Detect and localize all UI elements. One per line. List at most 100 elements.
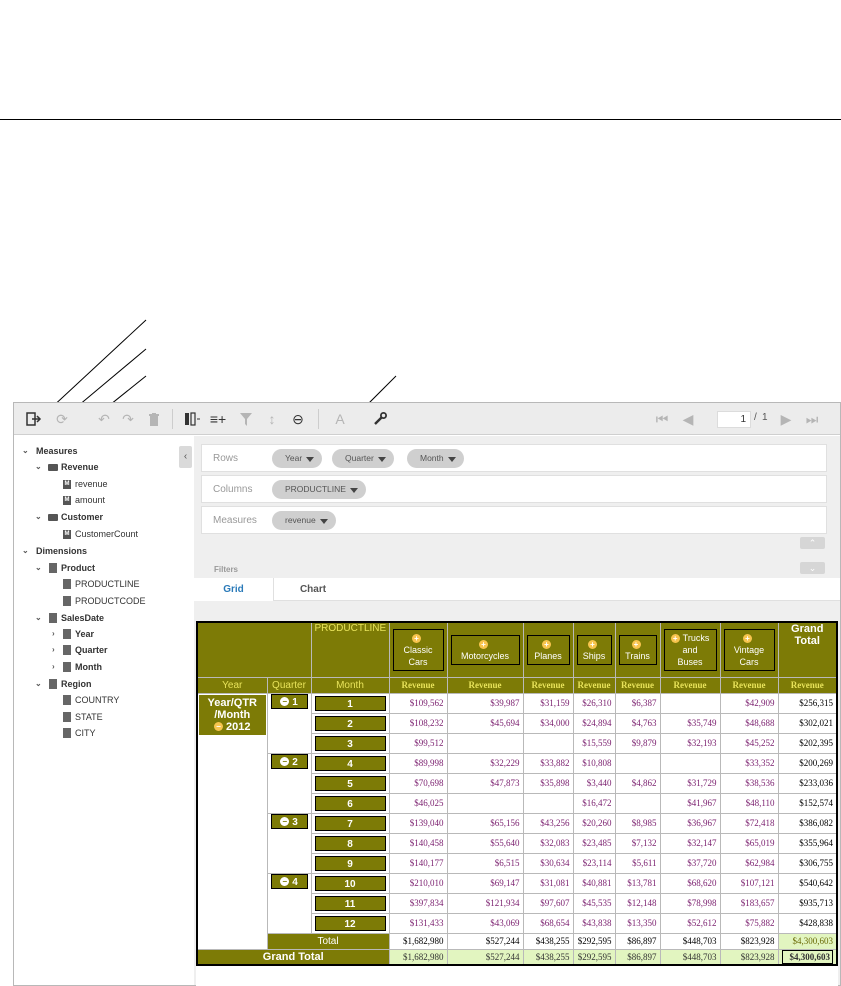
month-header[interactable]: 4 bbox=[314, 755, 386, 771]
quarter-header[interactable]: −2 bbox=[270, 753, 308, 769]
tree-item-state[interactable]: STATE bbox=[63, 710, 103, 724]
chevron-right-icon[interactable]: › bbox=[52, 627, 55, 641]
column-header[interactable]: + Ships bbox=[572, 621, 616, 678]
collapse-sidebar-button[interactable]: ‹ bbox=[179, 446, 192, 468]
first-page-icon[interactable]: ⏮ bbox=[652, 409, 672, 429]
month-header[interactable]: 12 bbox=[314, 915, 386, 931]
chevron-down-icon[interactable]: ⌄ bbox=[22, 444, 29, 458]
tree-item-country[interactable]: COUNTRY bbox=[63, 693, 119, 707]
column-header[interactable]: + Classic Cars bbox=[388, 621, 448, 678]
measure-header: Revenue bbox=[719, 676, 779, 694]
column-header-label: Trains bbox=[625, 650, 650, 661]
collapse-icon[interactable]: − bbox=[280, 817, 290, 827]
tree-item-revenue[interactable]: M revenue bbox=[63, 477, 108, 491]
tree-item-quarter[interactable]: › Quarter bbox=[52, 643, 108, 657]
collapse-shelves-button[interactable]: ⌃ bbox=[800, 537, 825, 549]
tree-customer-group[interactable]: ⌄ Customer bbox=[35, 510, 103, 524]
column-header[interactable]: + Trains bbox=[614, 621, 661, 678]
filter-icon[interactable] bbox=[236, 409, 256, 429]
quarter-header[interactable]: −4 bbox=[270, 873, 308, 889]
collapse-icon[interactable]: − bbox=[280, 697, 290, 707]
undo-icon[interactable]: ↶ bbox=[94, 409, 114, 429]
month-header[interactable]: 11 bbox=[314, 895, 386, 911]
refresh-icon[interactable]: ⟳ bbox=[52, 409, 72, 429]
column-pill-productline[interactable]: PRODUCTLINE bbox=[272, 480, 366, 499]
measures-shelf[interactable]: Measures revenue bbox=[201, 506, 827, 534]
tab-chart[interactable]: Chart bbox=[274, 578, 352, 601]
columns-shelf[interactable]: Columns PRODUCTLINE bbox=[201, 475, 827, 503]
prev-page-icon[interactable]: ◀ bbox=[678, 409, 698, 429]
tree-region-group[interactable]: ⌄ Region bbox=[35, 677, 92, 691]
exit-icon[interactable] bbox=[24, 409, 44, 429]
chevron-down-icon[interactable]: ⌄ bbox=[22, 544, 29, 558]
month-header[interactable]: 3 bbox=[314, 735, 386, 751]
swap-axis-icon[interactable] bbox=[182, 409, 202, 429]
month-header[interactable]: 6 bbox=[314, 795, 386, 811]
quarter-header[interactable]: −3 bbox=[270, 813, 308, 829]
add-row-icon[interactable]: ≡+ bbox=[208, 409, 228, 429]
expand-icon[interactable]: + bbox=[542, 639, 551, 649]
month-header[interactable]: 2 bbox=[314, 715, 386, 731]
expand-icon[interactable]: + bbox=[479, 639, 488, 649]
expand-icon[interactable]: + bbox=[743, 633, 752, 643]
tree-item-month[interactable]: › Month bbox=[52, 660, 102, 674]
month-header[interactable]: 1 bbox=[314, 695, 386, 711]
tree-item-year[interactable]: › Year bbox=[52, 627, 94, 641]
redo-icon[interactable]: ↷ bbox=[118, 409, 138, 429]
month-header[interactable]: 8 bbox=[314, 835, 386, 851]
collapse-icon[interactable]: − bbox=[280, 757, 290, 767]
tree-item-amount[interactable]: M amount bbox=[63, 493, 105, 507]
chevron-down-icon[interactable]: ⌄ bbox=[35, 611, 42, 625]
expand-filters-button[interactable]: ⌄ bbox=[800, 562, 825, 574]
last-page-icon[interactable]: ⏭ bbox=[802, 409, 822, 429]
column-header[interactable]: + Vintage Cars bbox=[719, 621, 779, 678]
tree-item-productcode[interactable]: PRODUCTCODE bbox=[63, 594, 146, 608]
collapse-icon[interactable]: − bbox=[280, 877, 290, 887]
tree-measures[interactable]: ⌄ Measures bbox=[22, 444, 78, 458]
expand-icon[interactable]: + bbox=[670, 633, 680, 643]
collapse-icon[interactable]: − bbox=[214, 722, 223, 732]
expand-icon[interactable]: + bbox=[412, 633, 421, 643]
row-pill-quarter[interactable]: Quarter bbox=[332, 449, 394, 468]
column-header[interactable]: + Motorcycles bbox=[446, 621, 524, 678]
text-icon[interactable]: A bbox=[330, 409, 350, 429]
delete-icon[interactable] bbox=[144, 409, 164, 429]
tree-revenue-group[interactable]: ⌄ Revenue bbox=[35, 460, 99, 474]
data-cell: $97,607 bbox=[522, 892, 574, 914]
tree-item-city[interactable]: CITY bbox=[63, 726, 96, 740]
tree-product-group[interactable]: ⌄ Product bbox=[35, 561, 95, 575]
page-input[interactable]: 1 bbox=[717, 411, 751, 428]
quarter-header[interactable]: −1 bbox=[270, 693, 308, 709]
column-header[interactable]: + Planes bbox=[522, 621, 574, 678]
chevron-down-icon[interactable]: ⌄ bbox=[35, 510, 42, 524]
month-header[interactable]: 10 bbox=[314, 875, 386, 891]
tree-item-customercount[interactable]: M CustomerCount bbox=[63, 527, 138, 541]
quarter-cell: −3 bbox=[266, 812, 312, 874]
data-cell bbox=[659, 692, 721, 714]
expand-icon[interactable]: + bbox=[631, 639, 641, 649]
row-pill-month[interactable]: Month bbox=[407, 449, 464, 468]
row-pill-year[interactable]: Year bbox=[272, 449, 323, 468]
tree-salesdate-group[interactable]: ⌄ SalesDate bbox=[35, 611, 104, 625]
wrench-icon[interactable] bbox=[370, 409, 390, 429]
chevron-right-icon[interactable]: › bbox=[52, 660, 55, 674]
month-header[interactable]: 5 bbox=[314, 775, 386, 791]
sort-icon[interactable]: ↕ bbox=[262, 409, 282, 429]
expand-icon[interactable]: + bbox=[588, 639, 597, 649]
month-header[interactable]: 7 bbox=[314, 815, 386, 831]
tree-item-productline[interactable]: PRODUCTLINE bbox=[63, 577, 140, 591]
tree-dimensions[interactable]: ⌄ Dimensions bbox=[22, 544, 87, 558]
year-header[interactable]: Year/QTR/Month −2012 bbox=[199, 694, 266, 735]
month-header[interactable]: 9 bbox=[314, 855, 386, 871]
link-icon[interactable]: ⊖ bbox=[288, 409, 308, 429]
chevron-down-icon[interactable]: ⌄ bbox=[35, 561, 42, 575]
tab-grid[interactable]: Grid bbox=[194, 578, 274, 601]
next-page-icon[interactable]: ▶ bbox=[776, 409, 796, 429]
column-header[interactable]: + Trucks and Buses bbox=[659, 621, 721, 678]
measure-pill-revenue[interactable]: revenue bbox=[272, 511, 336, 530]
quarter-value: 1 bbox=[292, 696, 298, 708]
chevron-down-icon[interactable]: ⌄ bbox=[35, 677, 42, 691]
chevron-down-icon[interactable]: ⌄ bbox=[35, 460, 42, 474]
rows-shelf[interactable]: Rows Year Quarter Month bbox=[201, 444, 827, 472]
chevron-right-icon[interactable]: › bbox=[52, 643, 55, 657]
